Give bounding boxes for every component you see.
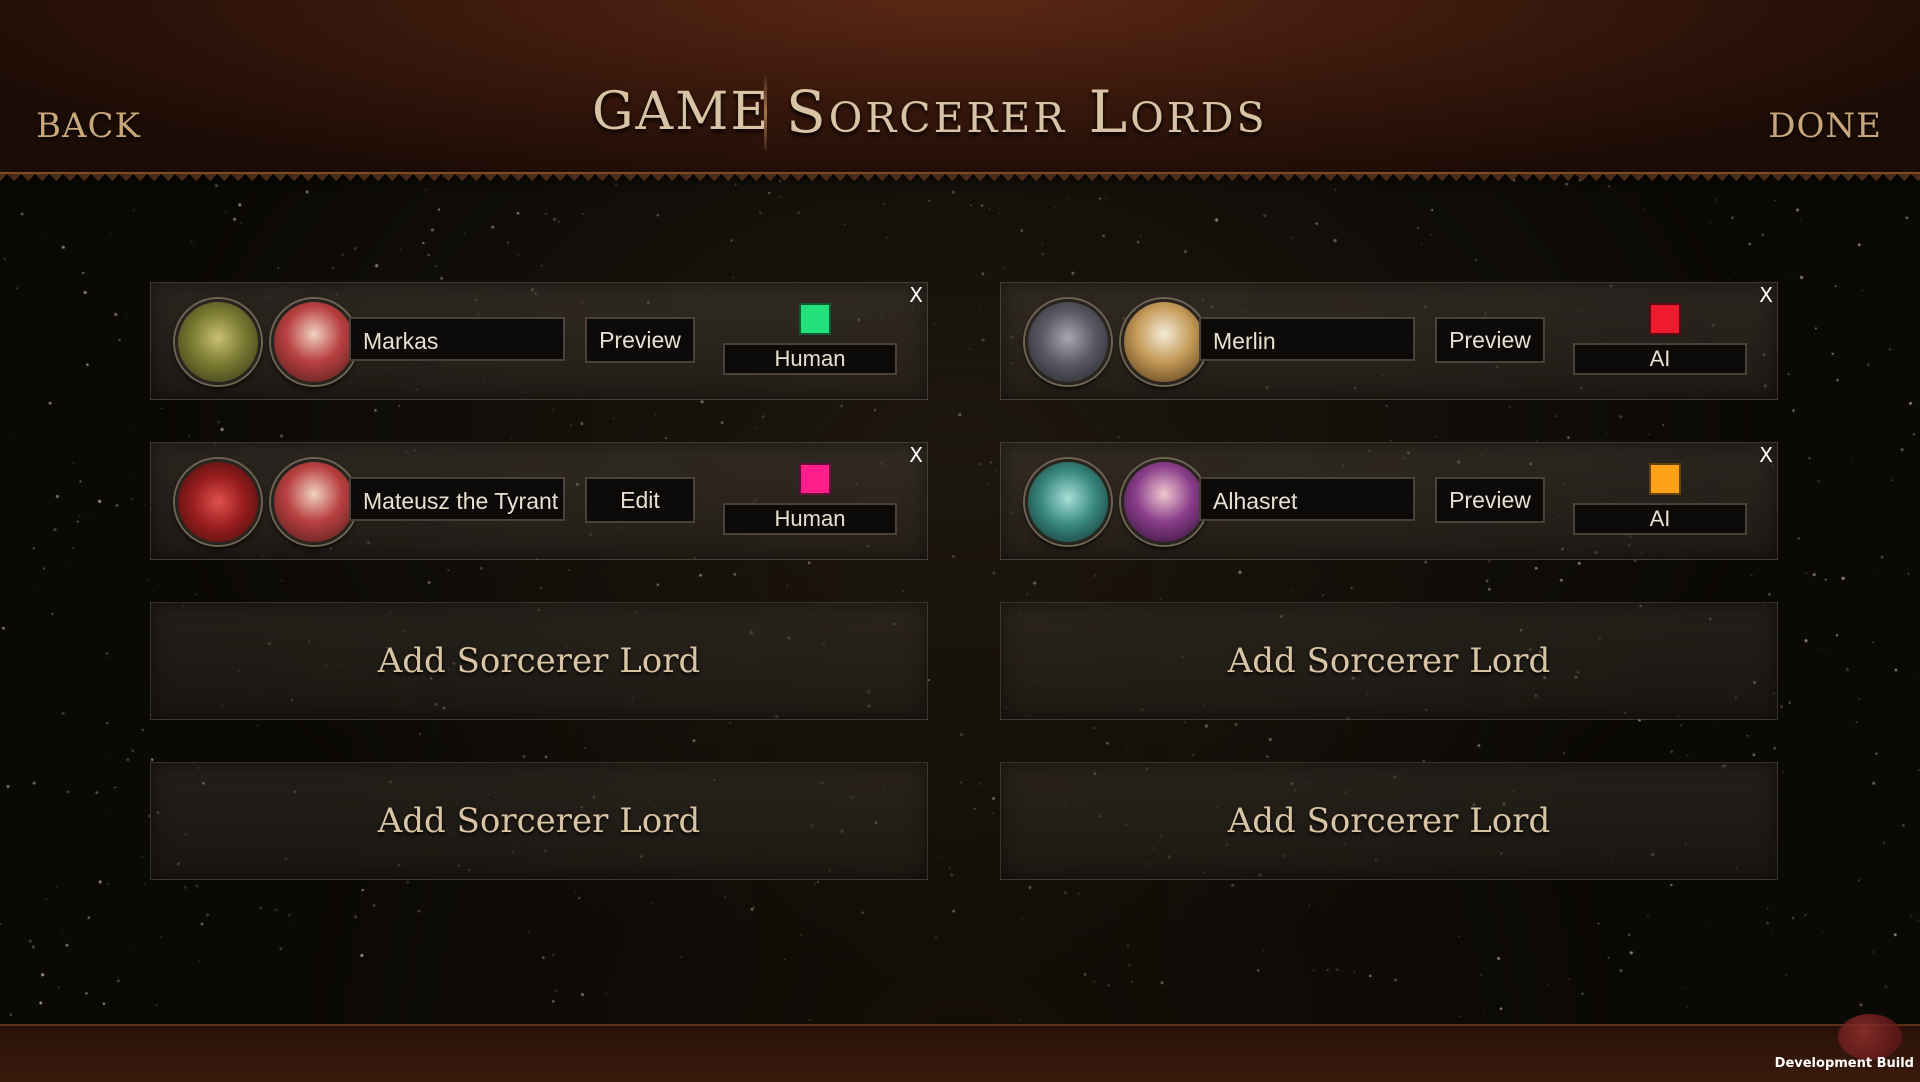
close-icon[interactable]: X — [1759, 283, 1773, 307]
banner-icon[interactable] — [1025, 299, 1111, 385]
portrait-icon[interactable] — [1121, 459, 1207, 545]
player-color-swatch[interactable] — [799, 303, 831, 335]
player-name-field[interactable]: Alhasret — [1199, 477, 1415, 521]
add-sorcerer-lord-button[interactable]: Add Sorcerer Lord — [150, 762, 928, 880]
player-slot-alhasret: Alhasret Preview AI X — [1000, 442, 1778, 560]
preview-button[interactable]: Preview — [585, 317, 695, 363]
player-color-swatch[interactable] — [799, 463, 831, 495]
preview-button[interactable]: Preview — [1435, 317, 1545, 363]
player-type-select[interactable]: AI — [1573, 503, 1747, 535]
portrait-icon[interactable] — [271, 459, 357, 545]
banner-icon[interactable] — [175, 459, 261, 545]
edit-button[interactable]: Edit — [585, 477, 695, 523]
player-slot-mateusz: Mateusz the Tyrant Edit Human X — [150, 442, 928, 560]
player-type-select[interactable]: AI — [1573, 343, 1747, 375]
portrait-icon[interactable] — [1121, 299, 1207, 385]
development-build-label: Development Build — [1774, 1056, 1914, 1071]
title-divider — [764, 74, 767, 150]
playground-logo — [1838, 1014, 1902, 1060]
add-sorcerer-lord-button[interactable]: Add Sorcerer Lord — [1000, 762, 1778, 880]
banner-icon[interactable] — [175, 299, 261, 385]
player-name-field[interactable]: Markas — [349, 317, 565, 361]
bottom-bar — [0, 1024, 1920, 1082]
player-type-select[interactable]: Human — [723, 503, 897, 535]
back-button[interactable]: BACK — [36, 106, 141, 146]
preview-button[interactable]: Preview — [1435, 477, 1545, 523]
close-icon[interactable]: X — [1759, 443, 1773, 467]
player-name-field[interactable]: Mateusz the Tyrant — [349, 477, 565, 521]
add-sorcerer-lord-button[interactable]: Add Sorcerer Lord — [150, 602, 928, 720]
page-title: Sorcerer Lords — [786, 78, 1268, 146]
player-name-field[interactable]: Merlin — [1199, 317, 1415, 361]
add-sorcerer-lord-button[interactable]: Add Sorcerer Lord — [1000, 602, 1778, 720]
top-bar: BACK GAME Sorcerer Lords DONE — [0, 0, 1920, 181]
breadcrumb-game: GAME — [592, 82, 771, 142]
done-button[interactable]: DONE — [1768, 106, 1882, 146]
player-type-select[interactable]: Human — [723, 343, 897, 375]
player-slot-markas: Markas Preview Human X — [150, 282, 928, 400]
banner-icon[interactable] — [1025, 459, 1111, 545]
portrait-icon[interactable] — [271, 299, 357, 385]
player-color-swatch[interactable] — [1649, 303, 1681, 335]
close-icon[interactable]: X — [909, 283, 923, 307]
player-slot-merlin: Merlin Preview AI X — [1000, 282, 1778, 400]
close-icon[interactable]: X — [909, 443, 923, 467]
player-color-swatch[interactable] — [1649, 463, 1681, 495]
